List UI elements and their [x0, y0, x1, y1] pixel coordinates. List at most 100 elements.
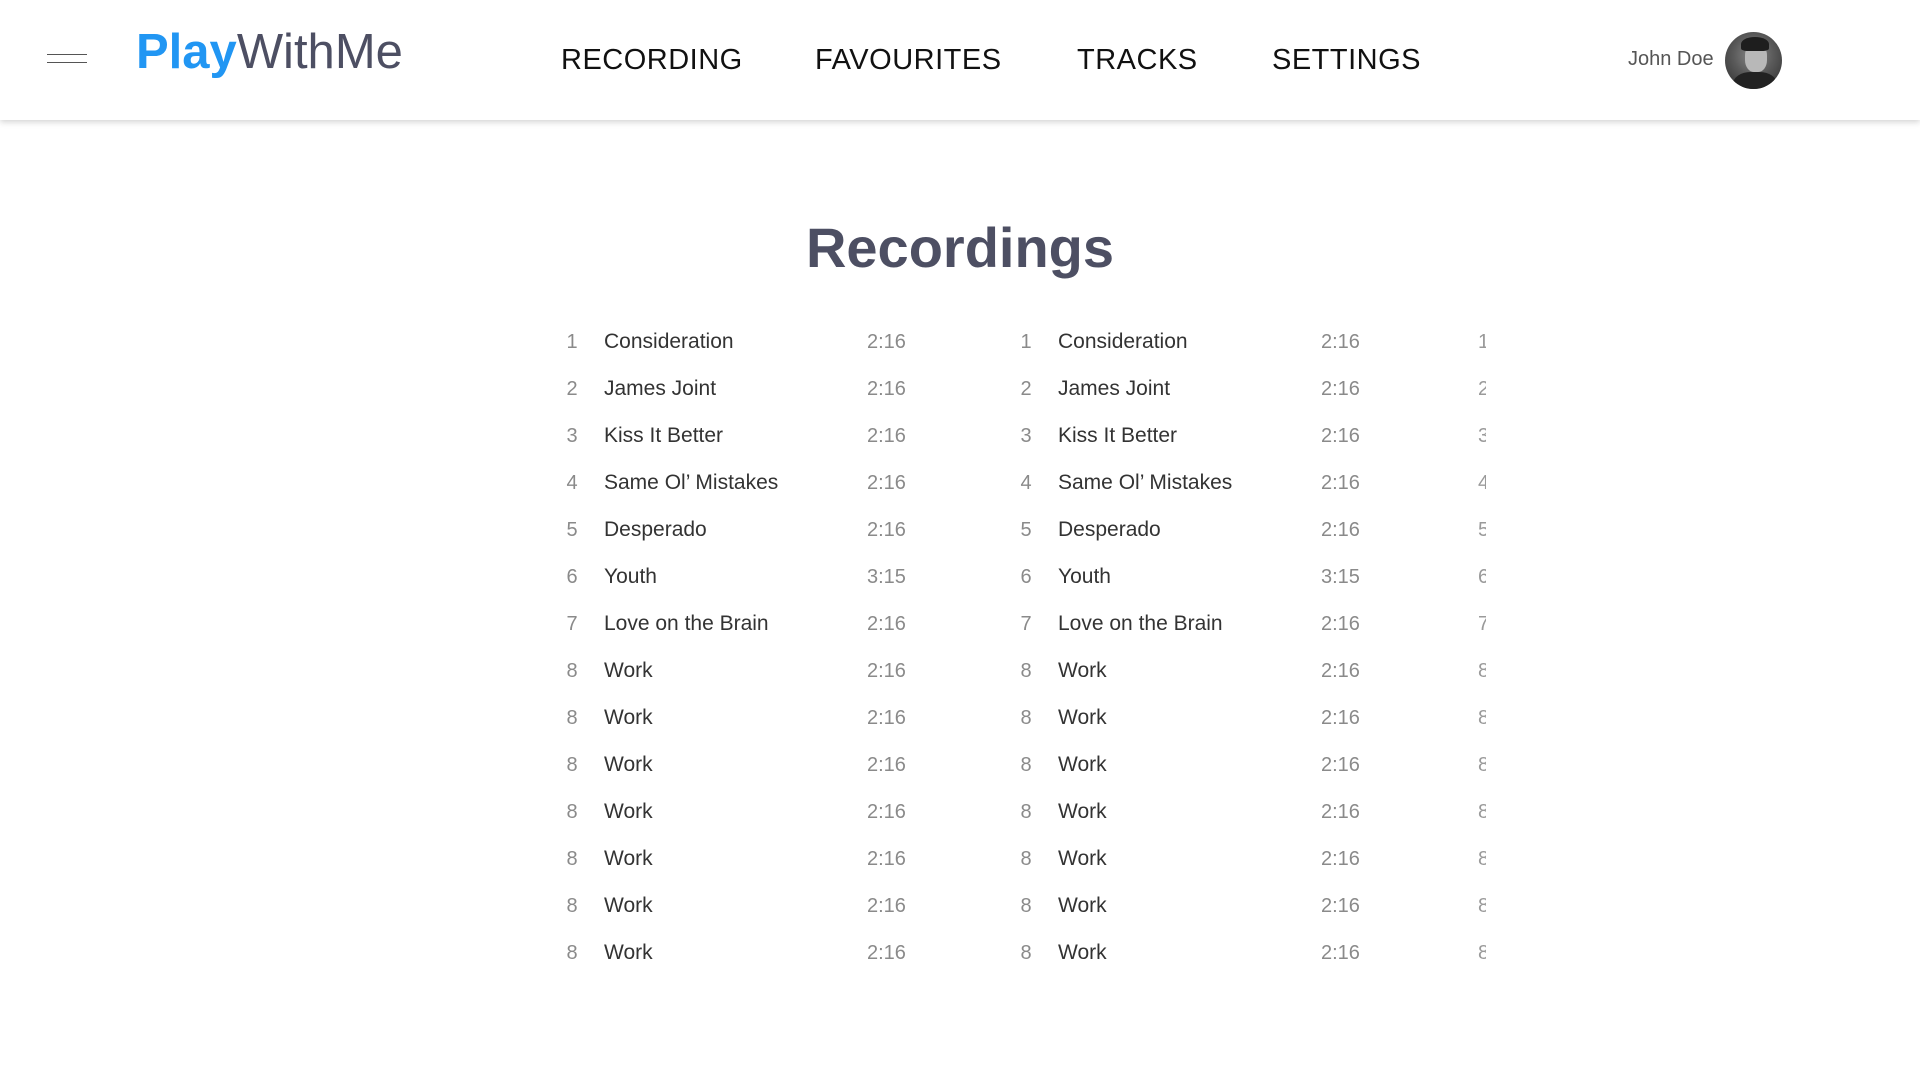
track-duration: 3:15 — [867, 566, 906, 588]
track-row[interactable]: 3 — [1478, 417, 1486, 464]
track-row[interactable]: 8 Work 2:16 — [1014, 840, 1394, 887]
track-title: Work — [1058, 800, 1107, 823]
logo-rest-text: WithMe — [236, 25, 403, 79]
track-number: 5 — [566, 519, 578, 541]
page-title: Recordings — [805, 216, 1115, 279]
track-title: Work — [1058, 659, 1107, 682]
track-row[interactable]: 7 Love on the Brain 2:16 — [560, 605, 940, 652]
track-row[interactable]: 8 — [1478, 934, 1486, 981]
track-number: 5 — [1478, 519, 1486, 541]
track-row[interactable]: 8 Work 2:16 — [560, 840, 940, 887]
track-row[interactable]: 4 Same Ol’ Mistakes 2:16 — [560, 464, 940, 511]
track-number: 7 — [566, 613, 578, 635]
track-duration: 2:16 — [867, 848, 906, 870]
app-logo[interactable]: PlayWithMe — [136, 22, 403, 82]
track-row[interactable]: 8 Work 2:16 — [560, 652, 940, 699]
track-number: 8 — [1020, 895, 1032, 917]
track-title: Love on the Brain — [1058, 612, 1223, 635]
track-row[interactable]: 1 — [1478, 323, 1486, 370]
track-number: 8 — [1478, 660, 1486, 682]
track-row[interactable]: 8 Work 2:16 — [560, 699, 940, 746]
nav-tracks[interactable]: TRACKS — [1077, 40, 1198, 80]
track-duration: 2:16 — [1321, 378, 1360, 400]
track-row[interactable]: 8 — [1478, 699, 1486, 746]
track-number: 8 — [1020, 801, 1032, 823]
track-title: Work — [1058, 706, 1107, 729]
track-duration: 2:16 — [1321, 425, 1360, 447]
top-header: PlayWithMe RECORDING FAVOURITES TRACKS S… — [0, 0, 1920, 120]
track-number: 8 — [1478, 895, 1486, 917]
track-number: 8 — [1020, 660, 1032, 682]
track-duration: 2:16 — [1321, 660, 1360, 682]
track-row[interactable]: 4 — [1478, 464, 1486, 511]
track-number: 8 — [1478, 942, 1486, 964]
track-row[interactable]: 8 — [1478, 793, 1486, 840]
track-row[interactable]: 7 — [1478, 605, 1486, 652]
track-title: James Joint — [604, 377, 717, 400]
track-row[interactable]: 8 — [1478, 887, 1486, 934]
track-row[interactable]: 6 Youth 3:15 — [560, 558, 940, 605]
track-row[interactable]: 3 Kiss It Better 2:16 — [560, 417, 940, 464]
track-title: Work — [1058, 753, 1107, 776]
track-row[interactable]: 8 Work 2:16 — [1014, 887, 1394, 934]
track-number: 3 — [1020, 425, 1032, 447]
track-number: 4 — [1478, 472, 1486, 494]
track-title: Work — [604, 753, 653, 776]
track-duration: 2:16 — [1321, 707, 1360, 729]
track-title: Youth — [1058, 565, 1111, 588]
track-duration: 2:16 — [1321, 942, 1360, 964]
track-number: 8 — [1020, 942, 1032, 964]
track-row[interactable]: 1 Consideration 2:16 — [1014, 323, 1394, 370]
track-duration: 2:16 — [1321, 895, 1360, 917]
track-row[interactable]: 2 James Joint 2:16 — [560, 370, 940, 417]
track-row[interactable]: 8 — [1478, 652, 1486, 699]
track-row[interactable]: 3 Kiss It Better 2:16 — [1014, 417, 1394, 464]
track-number: 7 — [1478, 613, 1486, 635]
track-row[interactable]: 7 Love on the Brain 2:16 — [1014, 605, 1394, 652]
track-title: Work — [604, 659, 653, 682]
track-row[interactable]: 2 James Joint 2:16 — [1014, 370, 1394, 417]
track-title: Desperado — [604, 518, 707, 541]
track-row[interactable]: 8 — [1478, 746, 1486, 793]
track-row[interactable]: 8 Work 2:16 — [560, 887, 940, 934]
track-duration: 2:16 — [1321, 848, 1360, 870]
logo-bold-text: Play — [136, 25, 237, 79]
nav-settings[interactable]: SETTINGS — [1272, 40, 1421, 80]
track-row[interactable]: 6 Youth 3:15 — [1014, 558, 1394, 605]
track-title: Love on the Brain — [604, 612, 769, 635]
track-duration: 2:16 — [867, 613, 906, 635]
track-row[interactable]: 8 Work 2:16 — [560, 746, 940, 793]
track-number: 2 — [1478, 378, 1486, 400]
track-row[interactable]: 8 Work 2:16 — [1014, 699, 1394, 746]
track-row[interactable]: 5 — [1478, 511, 1486, 558]
track-duration: 2:16 — [1321, 472, 1360, 494]
track-row[interactable]: 8 Work 2:16 — [560, 934, 940, 981]
track-row[interactable]: 1 Consideration 2:16 — [560, 323, 940, 370]
track-row[interactable]: 8 — [1478, 840, 1486, 887]
track-row[interactable]: 8 Work 2:16 — [1014, 652, 1394, 699]
track-number: 4 — [1020, 472, 1032, 494]
track-row[interactable]: 8 Work 2:16 — [560, 793, 940, 840]
track-row[interactable]: 8 Work 2:16 — [1014, 746, 1394, 793]
hamburger-menu-icon[interactable] — [47, 50, 87, 66]
track-row[interactable]: 6 — [1478, 558, 1486, 605]
track-title: Work — [1058, 847, 1107, 870]
track-title: Consideration — [1058, 330, 1188, 353]
track-title: Kiss It Better — [1058, 424, 1178, 447]
track-row[interactable]: 5 Desperado 2:16 — [1014, 511, 1394, 558]
track-number: 8 — [1478, 801, 1486, 823]
nav-favourites[interactable]: FAVOURITES — [815, 40, 1002, 80]
track-duration: 2:16 — [867, 472, 906, 494]
track-list-column-1: 1 Consideration 2:16 2 James Joint 2:16 3 Kiss … — [560, 323, 940, 981]
track-duration: 2:16 — [867, 331, 906, 353]
track-number: 8 — [566, 848, 578, 870]
track-number: 5 — [1020, 519, 1032, 541]
track-number: 1 — [1020, 331, 1032, 353]
track-row[interactable]: 5 Desperado 2:16 — [560, 511, 940, 558]
avatar[interactable] — [1725, 32, 1782, 89]
nav-recording[interactable]: RECORDING — [561, 40, 743, 80]
track-row[interactable]: 4 Same Ol’ Mistakes 2:16 — [1014, 464, 1394, 511]
track-row[interactable]: 8 Work 2:16 — [1014, 934, 1394, 981]
track-row[interactable]: 2 — [1478, 370, 1486, 417]
track-row[interactable]: 8 Work 2:16 — [1014, 793, 1394, 840]
